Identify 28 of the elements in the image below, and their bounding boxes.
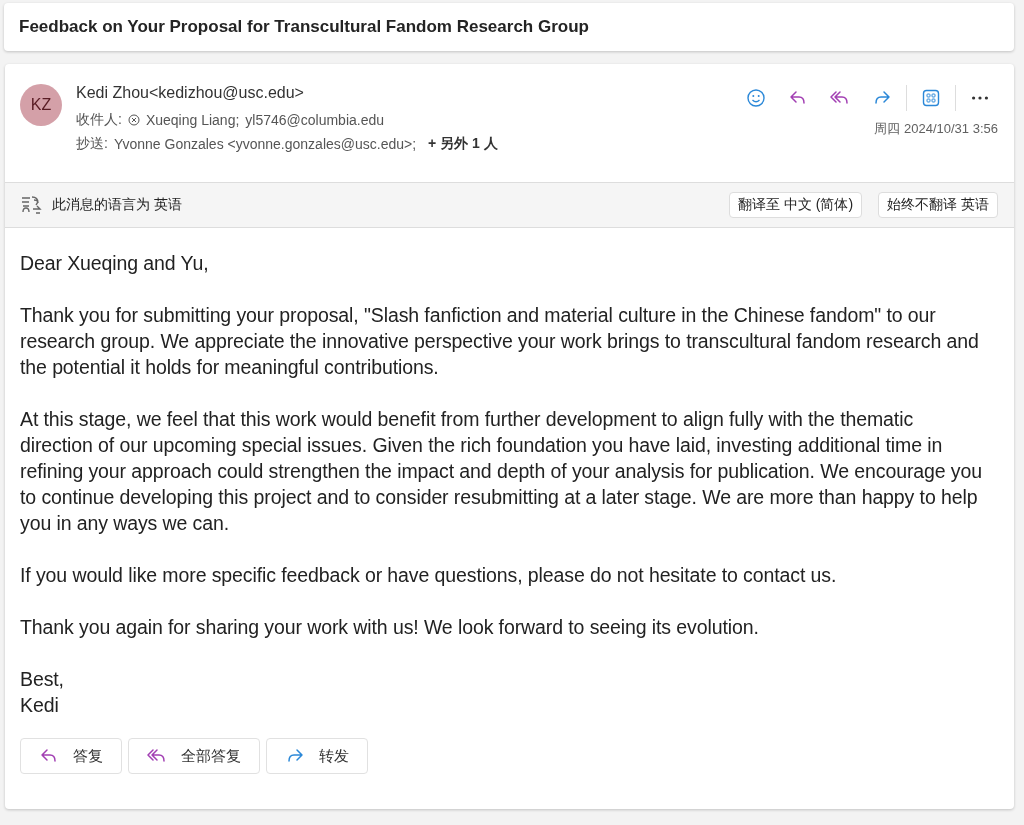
recipient[interactable]: Yvonne Gonzales <yvonne.gonzales@usc.edu>; [113,136,417,152]
smiley-icon [746,88,766,108]
email-subject: Feedback on Your Proposal for Transcultural Fandom Research Group [19,17,589,37]
language-notice: 此消息的语言为 英语 [52,196,183,214]
more-icon [972,96,988,100]
sender-name: Kedi Zhou<kedizhou@usc.edu> [76,84,305,102]
translation-button[interactable]: 始终不翻译 英语 [878,192,998,218]
to-label: 收件人: [76,111,122,129]
signature-line: Kedi [20,693,60,718]
translation-button[interactable]: 翻译至 中文 (简体) [729,192,863,218]
forward-button[interactable]: 转发 [266,738,368,774]
reply-all-button[interactable]: 全部答复 [128,738,260,774]
sent-date: 周四 2024/10/31 3:56 [874,120,998,138]
avatar: KZ [20,84,62,126]
body-paragraph: At this stage, we feel that this work would benefit from further development to align fully with the thematic direction of our upcoming special issues. Given the rich foundation you have laid, investing additional time in refining your approach could strengthen the impact and depth of your analysis for publication. We encourage you to continue developing this project and to consider resubmitting at a later stage. We are more than happy to help you in any ways we can. [20,407,983,536]
cc-label: 抄送: [76,135,108,153]
recipient[interactable]: yl5746@columbia.edu [245,112,385,128]
recipient[interactable]: Xueqing Liang; [145,112,240,128]
remove-icon [127,114,140,126]
apps-icon [921,88,941,108]
reply-button[interactable]: 答复 [20,738,122,774]
body-paragraph: Dear Xueqing and Yu, [20,251,210,276]
body-paragraph: Thank you for submitting your proposal, "Slash fanfiction and material culture in the Chinese fandom" to our research group. We appreciate the innovative perspective your work brings to transcultural fandom research and the potential it holds for meaningful contributions. [20,303,980,380]
more-recipients-link[interactable]: + 另外 1 人 [428,135,498,153]
translate-icon [20,194,42,216]
body-paragraph: Thank you again for sharing your work with us! We look forward to seeing its evolution. [20,615,760,640]
body-paragraph: If you would like more specific feedback or have questions, please do not hesitate to contact us. [20,563,838,588]
signature-line: Best, [20,667,65,692]
